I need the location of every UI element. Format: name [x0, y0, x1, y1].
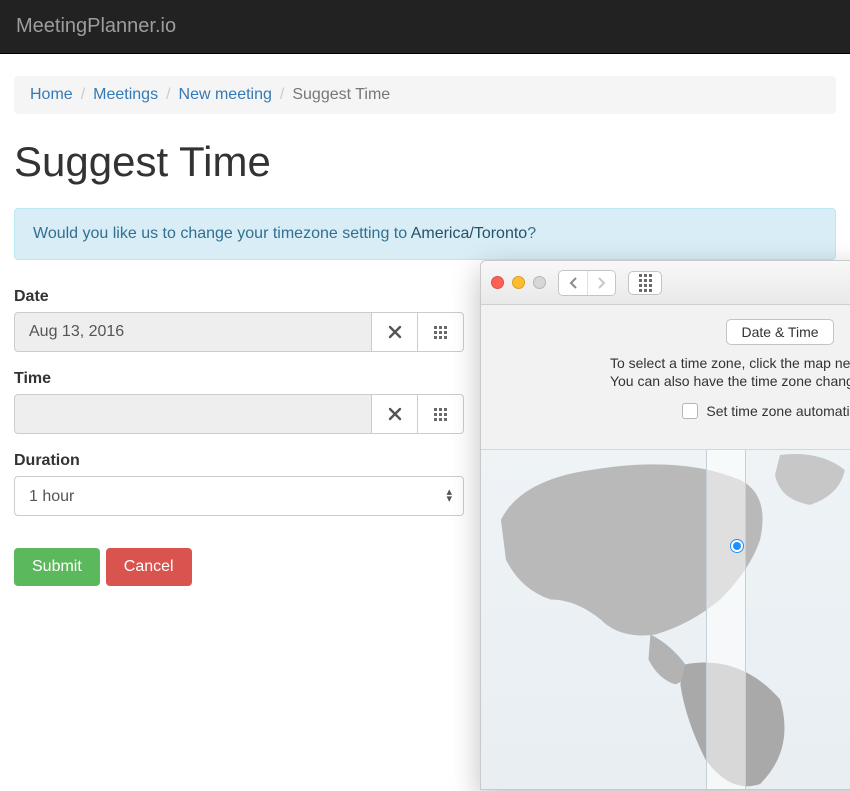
- page-title: Suggest Time: [14, 138, 836, 186]
- alert-suffix: ?: [527, 225, 536, 242]
- timezone-map[interactable]: [481, 449, 850, 789]
- timezone-highlight-band: [706, 449, 746, 789]
- breadcrumb-separator: /: [158, 86, 178, 104]
- close-icon: [388, 407, 402, 421]
- breadcrumb-separator: /: [272, 86, 292, 104]
- show-all-button[interactable]: [628, 271, 662, 295]
- window-zoom-button[interactable]: [533, 276, 546, 289]
- time-clear-button[interactable]: [372, 394, 418, 434]
- alert-timezone-link[interactable]: America/Toronto: [411, 225, 528, 242]
- timezone-alert: Would you like us to change your timezon…: [14, 208, 836, 260]
- calendar-icon: [434, 408, 447, 421]
- prefs-tabbar: Date & Time: [481, 305, 850, 355]
- auto-timezone-checkbox[interactable]: [682, 403, 698, 419]
- forward-button[interactable]: [587, 271, 615, 295]
- window-minimize-button[interactable]: [512, 276, 525, 289]
- breadcrumb-active: Suggest Time: [292, 86, 390, 104]
- chevron-right-icon: [597, 277, 606, 289]
- tab-date-time[interactable]: Date & Time: [726, 319, 833, 345]
- date-input[interactable]: [14, 312, 372, 352]
- world-map-graphic: [481, 450, 850, 789]
- breadcrumb-home[interactable]: Home: [30, 86, 73, 104]
- navbar: MeetingPlanner.io: [0, 0, 850, 54]
- submit-button[interactable]: Submit: [14, 548, 100, 586]
- breadcrumb-separator: /: [73, 86, 93, 104]
- instruction-line-2: You can also have the time zone change a…: [501, 373, 850, 389]
- instruction-line-1: To select a time zone, click the map nea…: [501, 355, 850, 371]
- alert-prefix: Would you like us to change your timezon…: [33, 225, 411, 242]
- time-picker-button[interactable]: [418, 394, 464, 434]
- duration-select[interactable]: 1 hour: [14, 476, 464, 516]
- time-input[interactable]: [14, 394, 372, 434]
- macos-toolbar: [481, 261, 850, 305]
- breadcrumb-new-meeting[interactable]: New meeting: [179, 86, 272, 104]
- auto-timezone-label: Set time zone automatically: [706, 403, 850, 419]
- chevron-left-icon: [569, 277, 578, 289]
- date-picker-button[interactable]: [418, 312, 464, 352]
- app-brand[interactable]: MeetingPlanner.io: [16, 15, 176, 38]
- calendar-icon: [434, 326, 447, 339]
- macos-prefs-window: Date & Time To select a time zone, click…: [480, 260, 850, 790]
- nav-segment: [558, 270, 616, 296]
- cancel-button[interactable]: Cancel: [106, 548, 192, 586]
- breadcrumb-meetings[interactable]: Meetings: [93, 86, 158, 104]
- back-button[interactable]: [559, 271, 587, 295]
- close-icon: [388, 325, 402, 339]
- window-close-button[interactable]: [491, 276, 504, 289]
- window-controls: [491, 276, 546, 289]
- location-pin-icon: [731, 540, 743, 552]
- breadcrumb: Home / Meetings / New meeting / Suggest …: [14, 76, 836, 114]
- date-clear-button[interactable]: [372, 312, 418, 352]
- prefs-body: To select a time zone, click the map nea…: [481, 355, 850, 449]
- grid-icon: [639, 274, 652, 292]
